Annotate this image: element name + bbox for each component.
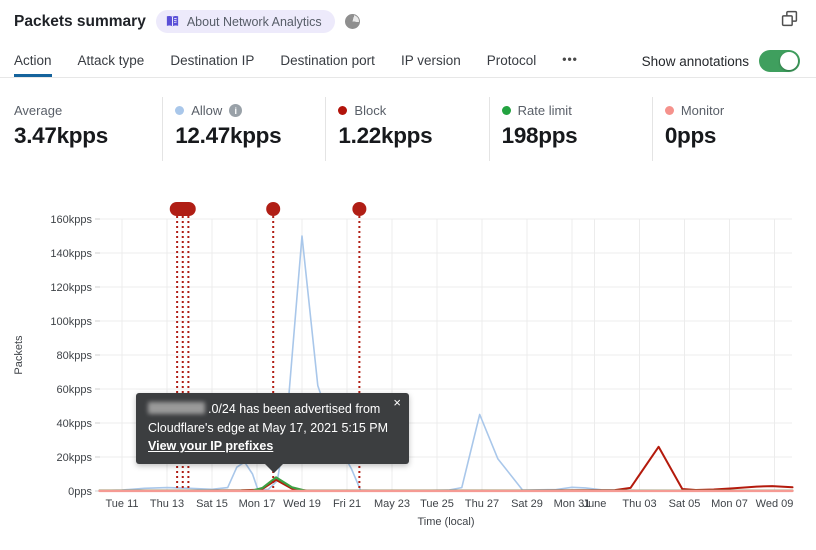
svg-text:20kpps: 20kpps bbox=[57, 452, 93, 464]
svg-text:Thu 13: Thu 13 bbox=[150, 498, 184, 510]
show-annotations-label: Show annotations bbox=[642, 54, 749, 69]
svg-text:Sat 29: Sat 29 bbox=[511, 498, 543, 510]
svg-text:Tue 11: Tue 11 bbox=[105, 498, 138, 510]
legend-dot bbox=[665, 106, 674, 115]
svg-text:80kpps: 80kpps bbox=[57, 350, 93, 362]
annotation-marker[interactable] bbox=[352, 202, 366, 216]
stat-value: 198pps bbox=[502, 123, 652, 149]
svg-text:Thu 27: Thu 27 bbox=[465, 498, 499, 510]
svg-text:60kpps: 60kpps bbox=[57, 384, 93, 396]
svg-text:Tue 25: Tue 25 bbox=[420, 498, 454, 510]
chart-area: 0pps 20kpps 40kpps 60kpps 80kpps 100kpps 120kp… bbox=[0, 195, 816, 545]
tooltip-line-3: View your IP prefixes bbox=[148, 437, 397, 456]
tab-destination-ip[interactable]: Destination IP bbox=[170, 53, 254, 77]
tab-attack-type[interactable]: Attack type bbox=[78, 53, 145, 77]
book-icon bbox=[165, 14, 180, 29]
stat-label: Rate limit bbox=[518, 103, 572, 118]
svg-text:May 23: May 23 bbox=[374, 498, 410, 510]
stat-label: Average bbox=[14, 103, 62, 118]
legend-dot bbox=[338, 106, 347, 115]
annotation-marker-cluster[interactable] bbox=[170, 202, 196, 216]
tooltip-line-2: Cloudflare's edge at May 17, 2021 5:15 P… bbox=[148, 419, 397, 438]
tab-protocol[interactable]: Protocol bbox=[487, 53, 537, 77]
stat-block: Block 1.22kpps bbox=[326, 97, 489, 161]
show-annotations-control: Show annotations bbox=[642, 50, 800, 77]
stat-value: 3.47kpps bbox=[14, 123, 162, 149]
svg-text:100kpps: 100kpps bbox=[50, 316, 92, 328]
svg-text:Mon 17: Mon 17 bbox=[239, 498, 276, 510]
svg-text:Time (local): Time (local) bbox=[417, 516, 474, 528]
show-annotations-toggle[interactable] bbox=[759, 50, 800, 72]
stat-rate-limit: Rate limit 198pps bbox=[490, 97, 653, 161]
stat-label: Monitor bbox=[681, 103, 724, 118]
svg-text:40kpps: 40kpps bbox=[57, 418, 93, 430]
tabs-more-icon[interactable]: ••• bbox=[562, 52, 578, 77]
info-icon[interactable]: i bbox=[229, 104, 242, 117]
svg-text:June: June bbox=[583, 498, 607, 510]
stat-average: Average 3.47kpps bbox=[0, 97, 163, 161]
svg-text:0pps: 0pps bbox=[68, 486, 92, 498]
stat-value: 1.22kpps bbox=[338, 123, 488, 149]
stat-monitor: Monitor 0pps bbox=[653, 97, 816, 161]
svg-text:Wed 19: Wed 19 bbox=[283, 498, 321, 510]
tab-action[interactable]: Action bbox=[14, 53, 52, 77]
svg-text:120kpps: 120kpps bbox=[50, 282, 92, 294]
view-ip-prefixes-link[interactable]: View your IP prefixes bbox=[148, 439, 273, 453]
page-title: Packets summary bbox=[14, 13, 146, 31]
stats-row: Average 3.47kpps Allowi 12.47kpps Block 1.22k… bbox=[0, 97, 816, 161]
legend-dot bbox=[502, 106, 511, 115]
svg-text:Fri 21: Fri 21 bbox=[333, 498, 361, 510]
toggle-knob bbox=[780, 52, 798, 70]
stat-value: 0pps bbox=[665, 123, 816, 149]
pie-icon[interactable] bbox=[345, 14, 360, 29]
svg-text:Packets: Packets bbox=[13, 335, 25, 375]
redacted-ip-prefix bbox=[148, 402, 205, 414]
stat-label: Allow bbox=[191, 103, 222, 118]
packets-chart: 0pps 20kpps 40kpps 60kpps 80kpps 100kpps 120kp… bbox=[0, 195, 816, 545]
copy-icon[interactable] bbox=[781, 10, 798, 27]
stat-allow: Allowi 12.47kpps bbox=[163, 97, 326, 161]
tab-ip-version[interactable]: IP version bbox=[401, 53, 461, 77]
about-badge-label: About Network Analytics bbox=[187, 15, 322, 29]
svg-text:Sat 15: Sat 15 bbox=[196, 498, 228, 510]
svg-text:Thu 03: Thu 03 bbox=[622, 498, 656, 510]
svg-text:160kpps: 160kpps bbox=[50, 214, 92, 226]
tooltip-line-1: .0/24 has been advertised from bbox=[148, 400, 397, 419]
svg-text:Wed 09: Wed 09 bbox=[756, 498, 794, 510]
svg-text:Mon 07: Mon 07 bbox=[711, 498, 748, 510]
legend-dot bbox=[175, 106, 184, 115]
tooltip-caret bbox=[265, 464, 283, 476]
svg-text:140kpps: 140kpps bbox=[50, 248, 92, 260]
stat-label: Block bbox=[354, 103, 386, 118]
annotation-tooltip: × .0/24 has been advertised from Cloudfl… bbox=[136, 393, 409, 464]
annotation-marker[interactable] bbox=[266, 202, 280, 216]
tab-destination-port[interactable]: Destination port bbox=[280, 53, 375, 77]
about-network-analytics-badge[interactable]: About Network Analytics bbox=[156, 10, 335, 33]
svg-text:Sat 05: Sat 05 bbox=[669, 498, 701, 510]
stat-value: 12.47kpps bbox=[175, 123, 325, 149]
tab-bar: Action Attack type Destination IP Destinati… bbox=[0, 47, 816, 78]
tooltip-close-icon[interactable]: × bbox=[393, 396, 401, 410]
header: Packets summary About Network Analytics bbox=[14, 10, 772, 33]
